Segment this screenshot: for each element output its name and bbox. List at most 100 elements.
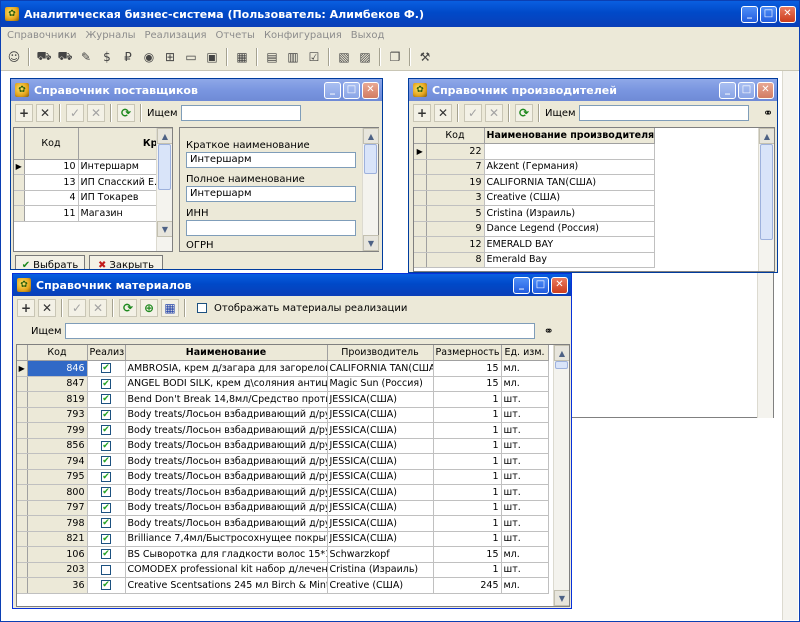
materials-close-button[interactable]: ✕ <box>551 276 568 294</box>
scroll-down-icon[interactable]: ▼ <box>554 590 569 606</box>
table-row[interactable]: 9 Dance Legend (Россия) <box>414 221 655 237</box>
table-row[interactable]: 821 ✔ Brilliance 7,4мл/Быстросохнущее покр… <box>17 531 549 547</box>
cancel-icon[interactable]: ✕ <box>87 104 105 122</box>
table-row[interactable]: 12 EMERALD BAY <box>414 236 655 253</box>
close-button[interactable]: ✕ <box>779 5 796 23</box>
table-row[interactable]: 36 ✔ Creative Scentsations 245 мл Birch & … <box>17 577 549 594</box>
report-icon[interactable]: ▧ <box>335 48 353 66</box>
producers-grid[interactable]: Код Наименование производителя ▶ 22 7 Akzen… <box>413 127 775 272</box>
copy-icon[interactable]: ❐ <box>386 48 404 66</box>
truck-icon[interactable]: ⛟ <box>56 48 74 66</box>
cell-realization[interactable]: ✔ <box>87 546 126 563</box>
cell-realization[interactable]: ✔ <box>87 376 126 392</box>
producers-maximize-button[interactable]: □ <box>738 81 755 99</box>
cell-realization[interactable]: ✔ <box>87 515 126 532</box>
tools-icon[interactable]: ⚒ <box>416 48 434 66</box>
realization-checkbox[interactable]: ✔ <box>101 440 111 451</box>
calculator-sum-icon[interactable]: ▥ <box>284 48 302 66</box>
cell-realization[interactable]: ✔ <box>87 453 126 470</box>
choose-button[interactable]: ✔ Выбрать <box>15 255 85 269</box>
materials-minimize-button[interactable]: _ <box>513 276 530 294</box>
calendar-icon[interactable]: ▦ <box>233 48 251 66</box>
table-row[interactable]: 19 CALIFORNIA TAN(США) <box>414 174 655 191</box>
scroll-up-icon[interactable]: ▲ <box>554 345 569 361</box>
cell-realization[interactable]: ✔ <box>87 422 126 439</box>
materials-grid-scrollbar[interactable]: ▲ ▼ <box>553 345 569 606</box>
window-icon[interactable]: ▣ <box>203 48 221 66</box>
grid-icon[interactable]: ▦ <box>161 299 179 317</box>
realization-checkbox[interactable]: ✔ <box>101 425 111 436</box>
table-row[interactable]: 856 ✔ Body treats/Лосьон взбадривающий д/р… <box>17 438 549 454</box>
table-row[interactable]: 106 ✔ BS Сыворотка для гладкости волос 15*… <box>17 546 549 563</box>
table-row[interactable]: 798 ✔ Body treats/Лосьон взбадривающий д/р… <box>17 515 549 532</box>
maximize-button[interactable]: □ <box>760 5 777 23</box>
col-size[interactable]: Размерность <box>433 345 502 361</box>
cell-realization[interactable]: ✔ <box>87 407 126 423</box>
scroll-down-icon[interactable]: ▼ <box>363 235 379 251</box>
suppliers-search-input[interactable] <box>180 105 301 121</box>
binoculars-icon[interactable]: ⚭ <box>544 324 554 338</box>
refresh-icon[interactable]: ⟳ <box>515 104 533 122</box>
materials-grid[interactable]: Код Реализ. Наименование Производитель Р… <box>16 344 570 607</box>
show-realization-checkbox[interactable] <box>197 303 207 313</box>
cell-realization[interactable] <box>87 562 126 578</box>
confirm-icon[interactable]: ✓ <box>66 104 84 122</box>
cancel-icon[interactable]: ✕ <box>89 299 107 317</box>
menu-journals[interactable]: Журналы <box>86 30 136 41</box>
realization-checkbox[interactable]: ✔ <box>101 471 111 482</box>
details-scrollbar[interactable]: ▲ ▼ <box>362 128 379 251</box>
cell-realization[interactable]: ✔ <box>87 484 126 501</box>
menu-reports[interactable]: Отчеты <box>215 30 254 41</box>
main-scrollbar[interactable] <box>782 71 798 620</box>
folder-chart-icon[interactable]: ▨ <box>356 48 374 66</box>
producers-col-name[interactable]: Наименование производителя <box>484 128 655 144</box>
delete-icon[interactable]: ✕ <box>434 104 452 122</box>
col-name[interactable]: Наименование <box>125 345 328 361</box>
table-row[interactable]: 799 ✔ Body treats/Лосьон взбадривающий д/р… <box>17 422 549 439</box>
scroll-up-icon[interactable]: ▲ <box>363 128 379 144</box>
delete-icon[interactable]: ✕ <box>38 299 56 317</box>
materials-maximize-button[interactable]: □ <box>532 276 549 294</box>
suppliers-minimize-button[interactable]: _ <box>324 81 341 99</box>
delete-icon[interactable]: ✕ <box>36 104 54 122</box>
table-row[interactable]: ▶ 846 ✔ AMBROSIA, крем д/загара для загорел… <box>17 360 549 377</box>
table-row[interactable]: 800 ✔ Body treats/Лосьон взбадривающий д/р… <box>17 484 549 501</box>
realization-checkbox[interactable]: ✔ <box>101 502 111 513</box>
menu-configuration[interactable]: Конфигурация <box>264 30 342 41</box>
table-row[interactable]: 847 ✔ ANGEL BODI SILK, крем д\соляния анти… <box>17 376 549 392</box>
producers-grid-scrollbar[interactable]: ▲ <box>758 128 774 271</box>
realization-checkbox[interactable]: ✔ <box>101 580 111 591</box>
suppliers-close-button[interactable]: ✕ <box>362 81 379 99</box>
table-row[interactable]: 203 COMODEX professional kit набор д/лече… <box>17 562 549 578</box>
realization-checkbox[interactable]: ✔ <box>101 363 111 374</box>
table-row[interactable]: 4 ИП Токарев <box>14 190 161 206</box>
refresh-icon[interactable]: ⟳ <box>117 104 135 122</box>
producers-minimize-button[interactable]: _ <box>719 81 736 99</box>
realization-checkbox[interactable]: ✔ <box>101 378 111 389</box>
table-row[interactable]: 795 ✔ Body treats/Лосьон взбадривающий д/р… <box>17 469 549 485</box>
realization-checkbox[interactable] <box>101 564 111 575</box>
coins-icon[interactable]: ◉ <box>140 48 158 66</box>
cancel-icon[interactable]: ✕ <box>485 104 503 122</box>
table-row[interactable]: 793 ✔ Body treats/Лосьон взбадривающий д/р… <box>17 407 549 423</box>
realization-checkbox[interactable]: ✔ <box>101 533 111 544</box>
close-dialog-button[interactable]: ✖ Закрыть <box>89 255 163 269</box>
realization-checkbox[interactable]: ✔ <box>101 394 111 405</box>
cell-realization[interactable]: ✔ <box>87 438 126 454</box>
table-row[interactable]: 5 Cristina (Израиль) <box>414 205 655 222</box>
calculator-icon[interactable]: ▤ <box>263 48 281 66</box>
col-code[interactable]: Код <box>27 345 88 361</box>
add-icon[interactable]: + <box>15 104 33 122</box>
table-row[interactable]: 7 Akzent (Германия) <box>414 159 655 175</box>
menu-exit[interactable]: Выход <box>351 30 385 41</box>
checklist-icon[interactable]: ☑ <box>305 48 323 66</box>
col-realization[interactable]: Реализ. <box>87 345 126 361</box>
short-name-field[interactable]: Интершарм <box>186 152 356 168</box>
realization-checkbox[interactable]: ✔ <box>101 549 111 560</box>
add-row-icon[interactable]: ⊕ <box>140 299 158 317</box>
table-row[interactable]: 819 ✔ Bend Don't Break 14,8мл/Средство про… <box>17 391 549 408</box>
confirm-icon[interactable]: ✓ <box>68 299 86 317</box>
table-row[interactable]: 11 Магазин <box>14 205 161 222</box>
add-icon[interactable]: + <box>17 299 35 317</box>
suppliers-col-name[interactable]: Кр <box>78 128 161 160</box>
